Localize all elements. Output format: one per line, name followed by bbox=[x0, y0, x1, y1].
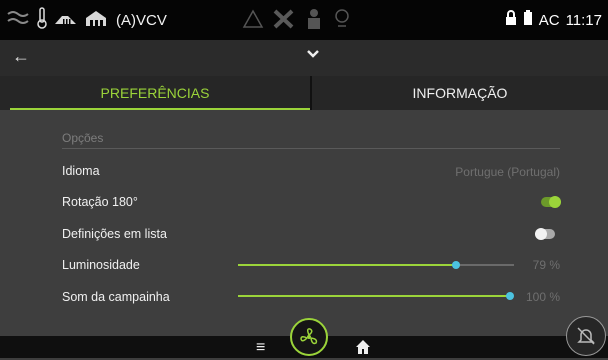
thermometer-icon bbox=[36, 6, 48, 34]
brightness-label: Luminosidade bbox=[62, 258, 140, 272]
warning-triangle-icon bbox=[242, 9, 264, 34]
rotation-toggle-knob bbox=[549, 196, 561, 208]
clock: 11:17 bbox=[565, 11, 602, 29]
bell-off-icon bbox=[575, 325, 597, 352]
list-definitions-toggle-knob bbox=[535, 228, 547, 240]
doorbell-sound-slider-fill bbox=[238, 295, 510, 297]
airflow-icon bbox=[6, 8, 30, 33]
list-definitions-label: Definições em lista bbox=[62, 227, 167, 241]
list-definitions-toggle[interactable] bbox=[535, 228, 555, 240]
brightness-slider-thumb[interactable] bbox=[452, 261, 460, 269]
tab-divider bbox=[310, 76, 312, 110]
tab-information-label: INFORMAÇÃO bbox=[412, 85, 508, 101]
section-title: Opções bbox=[62, 131, 104, 145]
tab-bar: PREFERÊNCIAS INFORMAÇÃO bbox=[0, 76, 608, 110]
active-tab-indicator bbox=[10, 108, 310, 110]
top-bar bbox=[0, 40, 608, 76]
fan-button[interactable] bbox=[290, 318, 328, 356]
ac-indicator: AC bbox=[538, 11, 560, 29]
battery-icon bbox=[523, 10, 533, 30]
tab-preferences-label: PREFERÊNCIAS bbox=[100, 85, 210, 101]
tab-information[interactable]: INFORMAÇÃO bbox=[312, 76, 608, 110]
heater-icon bbox=[54, 10, 78, 31]
doorbell-sound-slider-thumb[interactable] bbox=[506, 292, 514, 300]
language-value[interactable]: Portugue (Portugal) bbox=[455, 165, 560, 179]
menu-icon[interactable]: ≡ bbox=[256, 339, 265, 357]
section-divider bbox=[62, 148, 560, 149]
home-icon[interactable] bbox=[355, 339, 371, 360]
language-label: Idioma bbox=[62, 164, 100, 178]
chevron-down-icon[interactable] bbox=[307, 47, 319, 61]
brightness-value: 79 % bbox=[532, 258, 560, 272]
tab-preferences[interactable]: PREFERÊNCIAS bbox=[0, 76, 310, 110]
doorbell-sound-slider[interactable] bbox=[238, 292, 514, 300]
fan-icon bbox=[299, 327, 319, 352]
filter-icon bbox=[332, 8, 352, 35]
brightness-slider-fill bbox=[238, 264, 456, 266]
tools-icon bbox=[272, 8, 296, 35]
rotation-label: Rotação 180° bbox=[62, 195, 138, 209]
back-arrow-icon[interactable]: ← bbox=[12, 46, 30, 67]
bell-off-button[interactable] bbox=[566, 316, 606, 356]
status-bar: (A)VCV AC 11:17 bbox=[0, 0, 608, 40]
brightness-slider[interactable] bbox=[238, 261, 514, 269]
house-icon bbox=[84, 9, 108, 32]
lock-icon bbox=[505, 10, 517, 30]
ventilation-mode-label: (A)VCV bbox=[116, 11, 167, 29]
doorbell-sound-value: 100 % bbox=[525, 290, 560, 304]
service-person-icon bbox=[304, 8, 324, 35]
rotation-toggle[interactable] bbox=[541, 196, 561, 208]
doorbell-sound-label: Som da campainha bbox=[62, 290, 170, 304]
